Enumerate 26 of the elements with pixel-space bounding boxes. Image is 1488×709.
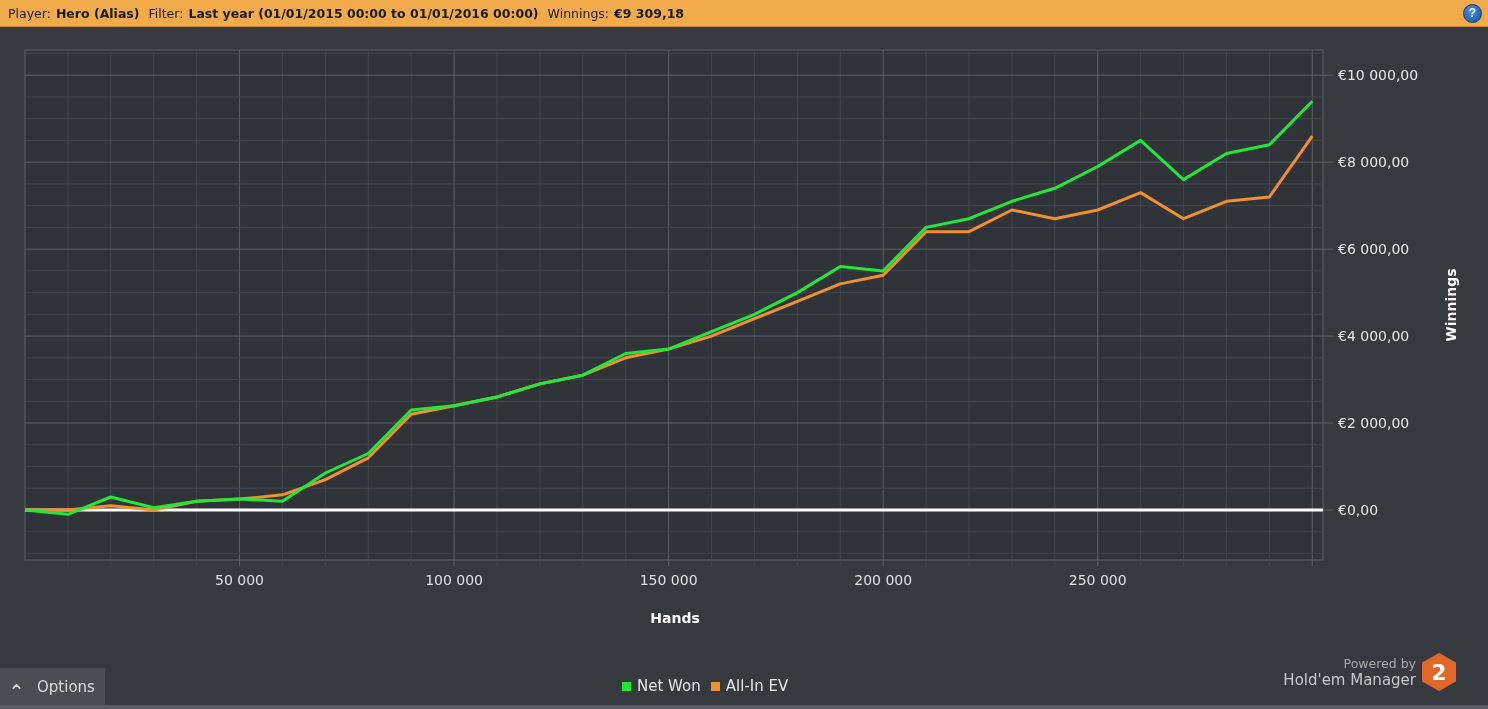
y-tick-label: €6 000,00 [1338,241,1410,258]
logo-badge: 2 [1422,653,1456,691]
player-name: Hero (Alias) [55,5,140,21]
powered-by-caption: Powered by [1343,655,1416,671]
winnings-label: Winnings: [547,5,610,21]
player-label: Player: [8,5,51,21]
y-tick-label: €0,00 [1338,502,1379,518]
x-tick-label: 150 000 [639,572,698,588]
legend-label: All-In EV [725,677,789,695]
options-button[interactable]: Options [0,668,105,705]
filter-label: Filter: [148,5,184,21]
y-tick-label: €2 000,00 [1338,415,1410,432]
x-tick-label: 100 000 [425,572,484,588]
filter-value: Last year (01/01/2015 00:00 to 01/01/2016 00:00) [188,5,539,21]
x-axis-title: Hands [650,610,700,626]
y-axis-title: Winnings [1443,268,1459,342]
y-tick-label: €8 000,00 [1338,154,1410,171]
x-tick-label: 200 000 [854,572,913,588]
y-tick-label: €10 000,00 [1338,67,1419,84]
legend-label: Net Won [637,677,701,695]
x-tick-label: 50 000 [215,572,265,588]
help-button[interactable]: ? [1463,3,1482,23]
product-name: Hold'em Manager [1283,670,1416,689]
y-tick-label: €4 000,00 [1338,328,1410,345]
x-tick-label: 250 000 [1068,572,1127,588]
winnings-value: €9 309,18 [614,5,685,21]
